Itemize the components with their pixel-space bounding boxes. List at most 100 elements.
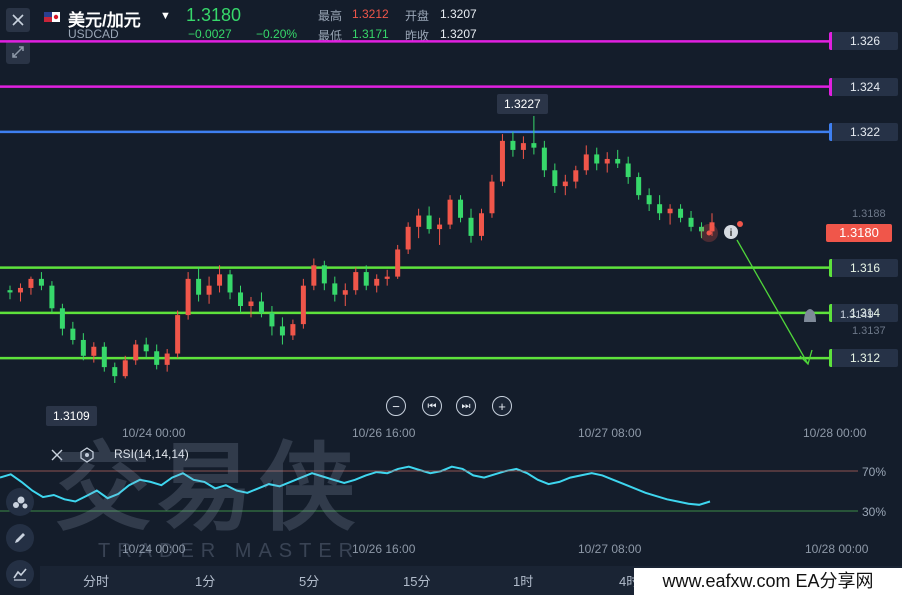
candle-body[interactable] [7, 290, 13, 293]
candle-body[interactable] [405, 226, 411, 250]
candle-body[interactable] [311, 265, 317, 286]
axis-extra-lower: 1.3137 [852, 325, 886, 337]
candle-body[interactable] [489, 181, 495, 214]
info-icon-glyph: i [730, 228, 733, 239]
bubble-chart-icon [13, 496, 28, 509]
rsi-time-label-4: 10/28 00:00 [805, 542, 869, 556]
candle-body[interactable] [342, 290, 348, 295]
candle-body[interactable] [353, 272, 359, 291]
zoom-out-button[interactable]: − [386, 396, 406, 416]
price-level-label: 1.312 [829, 349, 898, 368]
time-label-3: 10/27 08:00 [578, 426, 642, 440]
candle-body[interactable] [248, 301, 254, 307]
candle-body[interactable] [531, 143, 537, 148]
candle-body[interactable] [583, 154, 589, 171]
candle-body[interactable] [101, 346, 107, 368]
candle-body[interactable] [321, 265, 327, 284]
candle-body[interactable] [688, 217, 694, 227]
candle-body[interactable] [447, 199, 453, 225]
candle-body[interactable] [625, 163, 631, 178]
candle-body[interactable] [28, 278, 34, 288]
time-label-2: 10/26 16:00 [352, 426, 416, 440]
candle-body[interactable] [374, 278, 380, 286]
candle-body[interactable] [112, 367, 118, 377]
time-label-4: 10/28 00:00 [803, 426, 867, 440]
candle-body[interactable] [217, 274, 223, 286]
candle-body[interactable] [290, 324, 296, 336]
candle-body[interactable] [17, 287, 23, 293]
candle-body[interactable] [143, 344, 149, 352]
draw-button[interactable] [6, 524, 34, 552]
candle-body[interactable] [437, 224, 443, 230]
candle-body[interactable] [300, 285, 306, 325]
candle-body[interactable] [541, 147, 547, 171]
tf-1hour[interactable]: 1时 [513, 571, 533, 590]
price-level-label: 1.324 [829, 77, 898, 96]
price-level-label: 1.316 [829, 258, 898, 277]
candle-body[interactable] [416, 215, 422, 227]
indicators-button[interactable] [6, 488, 34, 516]
candle-body[interactable] [395, 249, 401, 277]
candle-body[interactable] [238, 292, 244, 307]
tf-5min[interactable]: 5分 [299, 571, 319, 590]
tf-tick[interactable]: 分时 [83, 571, 109, 590]
candle-body[interactable] [520, 143, 526, 150]
rsi-time-label-3: 10/27 08:00 [578, 542, 642, 556]
axis-extra-middle: 1.3149 [840, 309, 874, 321]
rsi-upper-level: 70% [862, 465, 887, 479]
candle-body[interactable] [478, 213, 484, 236]
candle-body[interactable] [196, 278, 202, 295]
candle-body[interactable] [206, 285, 212, 295]
candle-body[interactable] [269, 312, 275, 327]
candle-body[interactable] [49, 285, 55, 309]
candle-body[interactable] [363, 272, 369, 286]
candle-body[interactable] [175, 315, 181, 354]
candle-body[interactable] [573, 170, 579, 182]
candle-body[interactable] [164, 353, 170, 365]
candle-body[interactable] [185, 278, 191, 316]
bell-icon[interactable] [804, 309, 816, 322]
candle-body[interactable] [510, 140, 516, 150]
candle-body[interactable] [133, 344, 139, 361]
candle-body[interactable] [458, 199, 464, 218]
footer-site-banner: www.eafxw.com EA分享网 [634, 568, 902, 595]
candle-body[interactable] [279, 326, 285, 336]
candle-body[interactable] [678, 208, 684, 218]
candle-body[interactable] [154, 351, 160, 365]
candle-body[interactable] [122, 360, 128, 377]
candle-body[interactable] [227, 274, 233, 293]
candle-body[interactable] [80, 339, 86, 356]
forecast-arrow [736, 239, 809, 365]
candle-body[interactable] [667, 208, 673, 214]
scroll-start-button[interactable]: ⏮ [422, 396, 442, 416]
candle-body[interactable] [426, 215, 432, 230]
candle-body[interactable] [384, 276, 390, 279]
candle-body[interactable] [552, 170, 558, 187]
candle-body[interactable] [646, 195, 652, 205]
candle-body[interactable] [657, 204, 663, 214]
candle-body[interactable] [91, 346, 97, 356]
candle-body[interactable] [636, 177, 642, 196]
zoom-in-button[interactable]: + [492, 396, 512, 416]
chart-type-button[interactable] [6, 560, 34, 588]
watermark-logo: 交易侠 [55, 432, 361, 544]
line-chart-icon [13, 568, 27, 581]
current-price-tag: 1.3180 [826, 224, 892, 242]
tf-15min[interactable]: 15分 [403, 571, 430, 590]
candle-body[interactable] [562, 181, 568, 187]
candle-body[interactable] [604, 158, 610, 164]
candle-body[interactable] [59, 308, 65, 329]
candle-body[interactable] [258, 301, 264, 313]
price-level-label: 1.326 [829, 32, 898, 51]
candle-body[interactable] [468, 217, 474, 236]
candle-body[interactable] [615, 158, 621, 164]
candle-body[interactable] [332, 283, 338, 295]
candle-body[interactable] [594, 154, 600, 164]
candle-body[interactable] [38, 278, 44, 286]
candle-body[interactable] [70, 328, 76, 340]
tf-1min[interactable]: 1分 [195, 571, 215, 590]
watermark-text: TRADER MASTER [98, 540, 361, 562]
scroll-end-button[interactable]: ⏭ [456, 396, 476, 416]
pencil-icon [15, 533, 25, 543]
candle-body[interactable] [499, 140, 505, 182]
